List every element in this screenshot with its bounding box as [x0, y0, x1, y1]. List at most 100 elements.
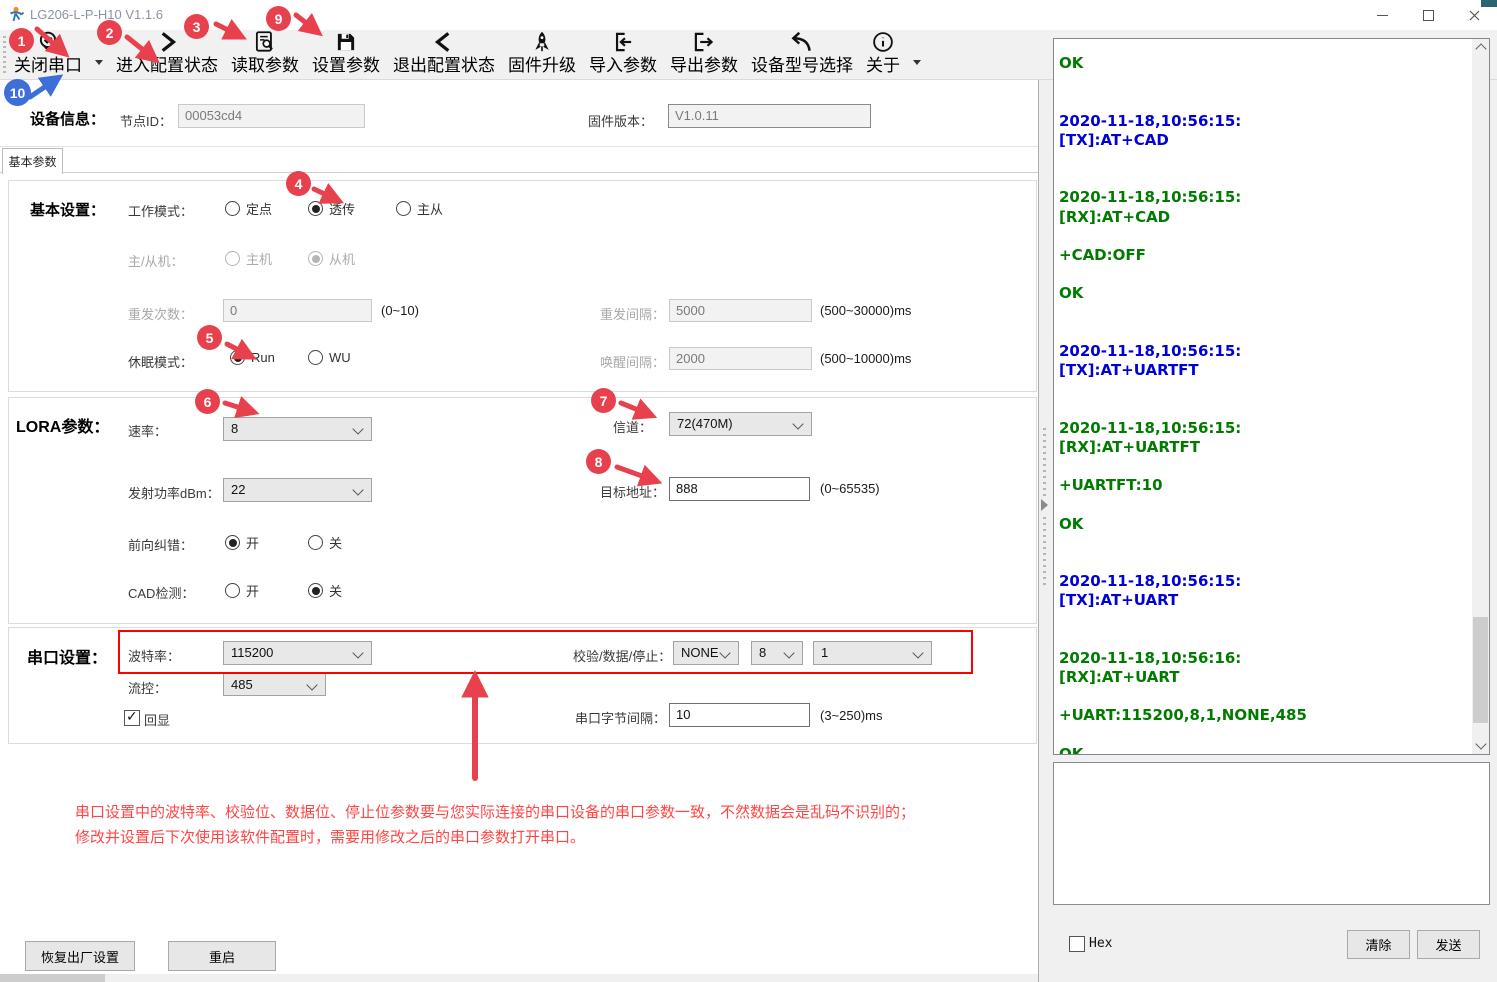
- pin-check-icon: [35, 29, 61, 55]
- wake-interval-field[interactable]: 2000: [669, 347, 812, 370]
- radio-work-mode-master-slave[interactable]: 主从: [396, 199, 443, 218]
- channel-value: 72(470M): [677, 416, 733, 431]
- radio-slave[interactable]: 从机: [308, 249, 355, 268]
- wake-interval-hint: (500~10000)ms: [820, 351, 911, 366]
- about-dropdown-caret[interactable]: [913, 60, 921, 65]
- splitter-collapse-arrow-icon[interactable]: [1041, 499, 1048, 511]
- radio-wu[interactable]: WU: [308, 350, 351, 365]
- chevron-left-icon: [431, 29, 457, 55]
- radio-work-mode-fixed[interactable]: 定点: [225, 199, 272, 218]
- log-line: OK: [1059, 745, 1307, 755]
- horizontal-scrollbar-thumb[interactable]: [0, 974, 105, 982]
- step-circle-8: 8: [586, 449, 611, 474]
- log-line: 2020-11-18,10:56:15:: [1059, 112, 1307, 131]
- radio-label: 主从: [417, 199, 443, 218]
- step-circle-4: 4: [286, 171, 311, 196]
- about-button[interactable]: 关于: [866, 29, 900, 77]
- radio-work-mode-transparent[interactable]: 透传: [308, 199, 355, 218]
- radio-label: WU: [329, 350, 351, 365]
- channel-dropdown[interactable]: 72(470M): [669, 412, 812, 436]
- tab-basic-params[interactable]: 基本参数: [2, 148, 63, 174]
- log-scrollbar[interactable]: [1472, 39, 1489, 754]
- radio-label: 主机: [246, 249, 272, 268]
- set-params-button[interactable]: 设置参数: [312, 29, 380, 77]
- separator: [0, 146, 1038, 147]
- rocket-icon: [529, 29, 555, 55]
- firmware-upgrade-button[interactable]: 固件升级: [508, 29, 576, 77]
- resend-interval-field[interactable]: 5000: [669, 299, 812, 322]
- radio-label: 关: [329, 581, 342, 600]
- resend-interval-label: 重发间隔：: [600, 304, 665, 323]
- clear-button[interactable]: 清除: [1347, 930, 1410, 959]
- lora-title: LORA参数：: [16, 413, 109, 437]
- resend-interval-hint: (500~30000)ms: [820, 303, 911, 318]
- warning-line-1: 串口设置中的波特率、校验位、数据位、停止位参数要与您实际连接的串口设备的串口参数…: [75, 800, 915, 825]
- export-params-button[interactable]: 导出参数: [670, 29, 738, 77]
- radio-circle: [308, 251, 323, 266]
- warning-line-2: 修改并设置后下次使用该软件配置时，需要用修改之后的串口参数打开串口。: [75, 825, 915, 850]
- horizontal-scrollbar[interactable]: [0, 974, 1038, 982]
- log-scrollbar-thumb[interactable]: [1473, 617, 1488, 723]
- radio-master[interactable]: 主机: [225, 249, 272, 268]
- app-logo-icon: [8, 6, 26, 24]
- radio-circle: [396, 201, 411, 216]
- import-icon: [610, 29, 636, 55]
- minimize-button[interactable]: [1359, 0, 1405, 30]
- log-line: OK: [1059, 284, 1307, 303]
- send-button[interactable]: 发送: [1417, 930, 1480, 959]
- firmware-label: 固件版本：: [588, 111, 653, 130]
- radio-circle: [308, 201, 323, 216]
- resend-times-label: 重发次数：: [128, 304, 193, 323]
- log-line: +CAD:OFF: [1059, 246, 1307, 265]
- send-input-area[interactable]: [1053, 762, 1490, 905]
- scroll-up-arrow-icon[interactable]: [1472, 39, 1489, 56]
- radio-label: 开: [246, 581, 259, 600]
- log-line: [1059, 553, 1307, 572]
- log-output-area[interactable]: OK 2020-11-18,10:56:15:[TX]:AT+CAD 2020-…: [1053, 38, 1490, 755]
- radio-fec-on[interactable]: 开: [225, 533, 259, 552]
- resend-times-field[interactable]: 0: [223, 299, 372, 322]
- toolbar-gripper[interactable]: [3, 36, 6, 76]
- export-icon: [691, 29, 717, 55]
- rate-dropdown[interactable]: 8: [223, 417, 372, 441]
- factory-reset-button[interactable]: 恢复出厂设置: [25, 941, 135, 971]
- basic-settings-title: 基本设置：: [30, 199, 105, 220]
- target-addr-label: 目标地址：: [600, 482, 665, 501]
- echo-checkbox[interactable]: [124, 710, 140, 726]
- radio-run[interactable]: Run: [230, 350, 275, 365]
- close-port-dropdown-caret[interactable]: [95, 60, 103, 65]
- target-addr-field[interactable]: 888: [669, 477, 810, 501]
- device-model-select-button[interactable]: 设备型号选择: [751, 29, 853, 77]
- byte-interval-hint: (3~250)ms: [820, 708, 883, 723]
- log-line: [1059, 227, 1307, 246]
- splitter-dots[interactable]: [1043, 428, 1046, 496]
- log-line: [RX]:AT+UART: [1059, 668, 1307, 687]
- tx-power-dropdown[interactable]: 22: [223, 478, 372, 502]
- log-line: [RX]:AT+UARTFT: [1059, 438, 1307, 457]
- byte-interval-field[interactable]: 10: [669, 703, 810, 727]
- log-line: 2020-11-18,10:56:15:: [1059, 342, 1307, 361]
- log-line: OK: [1059, 515, 1307, 534]
- node-id-field[interactable]: 00053cd4: [178, 104, 365, 128]
- radio-label: Run: [251, 350, 275, 365]
- radio-cad-off[interactable]: 关: [308, 581, 342, 600]
- hex-checkbox[interactable]: [1069, 936, 1085, 952]
- radio-fec-off[interactable]: 关: [308, 533, 342, 552]
- firmware-field[interactable]: V1.0.11: [668, 104, 871, 128]
- read-params-button[interactable]: 读取参数: [231, 29, 299, 77]
- tx-power-label: 发射功率dBm：: [128, 483, 220, 502]
- restart-button[interactable]: 重启: [168, 941, 276, 971]
- flow-dropdown[interactable]: 485: [223, 673, 326, 696]
- highlight-red-box: [118, 630, 973, 674]
- radio-cad-on[interactable]: 开: [225, 581, 259, 600]
- log-line: +UART:115200,8,1,NONE,485: [1059, 706, 1307, 725]
- maximize-button[interactable]: [1405, 0, 1451, 30]
- radio-label: 开: [246, 533, 259, 552]
- log-line: [1059, 630, 1307, 649]
- scroll-down-arrow-icon[interactable]: [1472, 737, 1489, 754]
- splitter-dots[interactable]: [1043, 517, 1046, 585]
- wake-interval-label: 唤醒间隔：: [600, 352, 665, 371]
- node-id-label: 节点ID：: [120, 111, 172, 130]
- import-params-button[interactable]: 导入参数: [589, 29, 657, 77]
- exit-config-button[interactable]: 退出配置状态: [393, 29, 495, 77]
